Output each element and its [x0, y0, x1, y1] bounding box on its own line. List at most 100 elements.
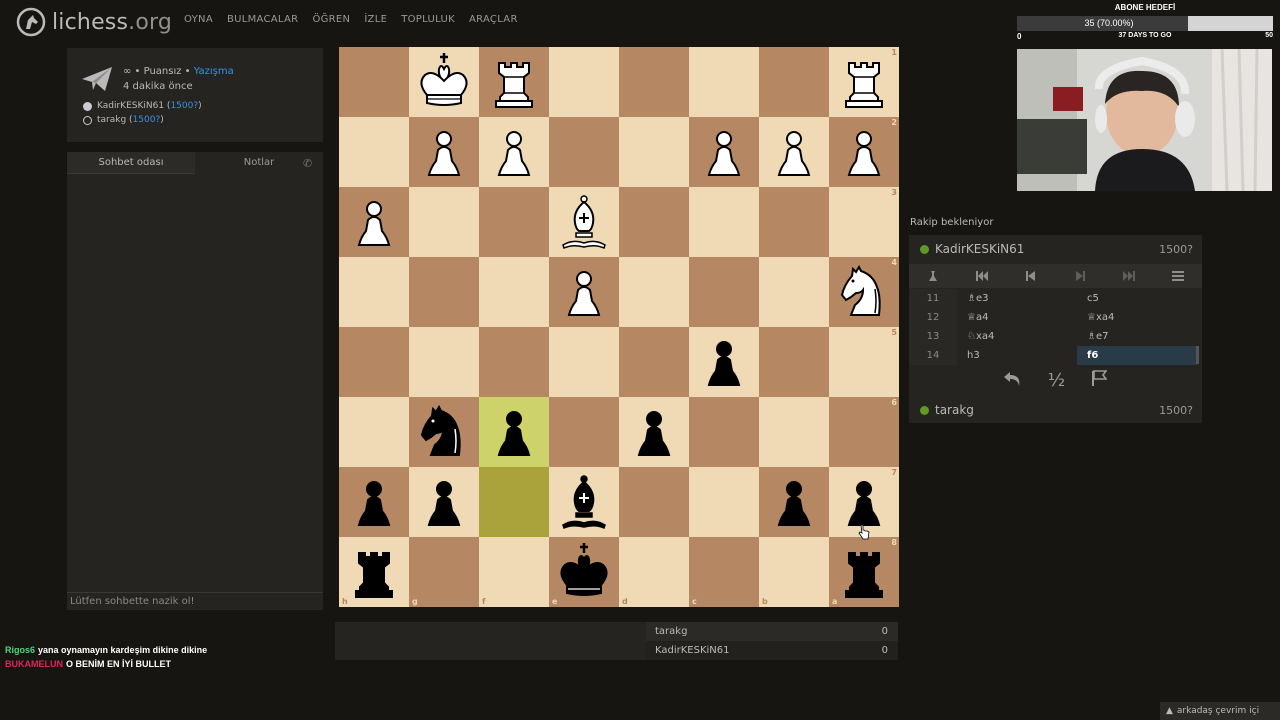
- square-g4[interactable]: [409, 257, 479, 327]
- prev-move-icon[interactable]: [1007, 264, 1056, 288]
- square-d7[interactable]: [619, 467, 689, 537]
- square-f4[interactable]: [479, 257, 549, 327]
- square-a4[interactable]: 4: [829, 257, 899, 327]
- nav-play[interactable]: OYNA: [184, 14, 213, 25]
- square-b2[interactable]: [759, 117, 829, 187]
- white-rook-icon[interactable]: [829, 47, 899, 117]
- square-h4[interactable]: [339, 257, 409, 327]
- move[interactable]: ♗e3: [957, 289, 1077, 308]
- tab-chat-room[interactable]: Sohbet odası: [67, 152, 195, 174]
- chess-board[interactable]: 1 2 3 4 5 6 7 hgf edcb 8a: [339, 47, 899, 607]
- square-e3[interactable]: [549, 187, 619, 257]
- white-king-icon[interactable]: [409, 47, 479, 117]
- nav-learn[interactable]: ÖĞREN: [312, 14, 350, 25]
- white-pawn-icon[interactable]: [829, 117, 899, 187]
- nav-tools[interactable]: ARAÇLAR: [469, 14, 518, 25]
- square-d3[interactable]: [619, 187, 689, 257]
- black-bishop-icon[interactable]: [549, 467, 619, 537]
- white-bishop-icon[interactable]: [549, 187, 619, 257]
- square-c5[interactable]: [689, 327, 759, 397]
- square-c7[interactable]: [689, 467, 759, 537]
- white-pawn-icon[interactable]: [549, 257, 619, 327]
- square-f1[interactable]: [479, 47, 549, 117]
- square-f7[interactable]: [479, 467, 549, 537]
- move-list-scrollbar[interactable]: [1196, 346, 1199, 364]
- white-rook-icon[interactable]: [479, 47, 549, 117]
- black-pawn-icon[interactable]: [619, 397, 689, 467]
- square-c6[interactable]: [689, 397, 759, 467]
- menu-icon[interactable]: [1153, 264, 1202, 288]
- square-h5[interactable]: [339, 327, 409, 397]
- black-rook-icon[interactable]: [339, 537, 409, 607]
- square-d5[interactable]: [619, 327, 689, 397]
- square-g6[interactable]: [409, 397, 479, 467]
- friends-online-button[interactable]: ▲ arkadaş çevrim içi: [1160, 702, 1280, 720]
- opponent-row[interactable]: KadirKESKiN61 1500?: [909, 235, 1202, 263]
- square-g2[interactable]: [409, 117, 479, 187]
- black-pawn-icon[interactable]: [339, 467, 409, 537]
- chat-input[interactable]: Lütfen sohbette nazik ol!: [67, 592, 323, 610]
- black-player[interactable]: tarakg (1500?): [83, 115, 164, 125]
- square-h2[interactable]: [339, 117, 409, 187]
- draw-offer-icon[interactable]: ½: [1048, 370, 1065, 391]
- square-e5[interactable]: [549, 327, 619, 397]
- square-e8[interactable]: e: [549, 537, 619, 607]
- player-row[interactable]: tarakg 1500?: [909, 396, 1202, 424]
- correspondence-link[interactable]: Yazışma: [194, 66, 234, 77]
- white-pawn-icon[interactable]: [759, 117, 829, 187]
- square-a1[interactable]: 1: [829, 47, 899, 117]
- square-e2[interactable]: [549, 117, 619, 187]
- move[interactable]: ♘xa4: [957, 327, 1077, 346]
- square-h1[interactable]: [339, 47, 409, 117]
- white-pawn-icon[interactable]: [479, 117, 549, 187]
- square-f6[interactable]: [479, 397, 549, 467]
- square-b8[interactable]: b: [759, 537, 829, 607]
- square-d6[interactable]: [619, 397, 689, 467]
- square-g1[interactable]: [409, 47, 479, 117]
- square-d2[interactable]: [619, 117, 689, 187]
- black-knight-icon[interactable]: [409, 397, 479, 467]
- square-f3[interactable]: [479, 187, 549, 257]
- nav-watch[interactable]: İZLE: [364, 14, 387, 25]
- square-b5[interactable]: [759, 327, 829, 397]
- square-b4[interactable]: [759, 257, 829, 327]
- square-a8[interactable]: 8a: [829, 537, 899, 607]
- black-king-icon[interactable]: [549, 537, 619, 607]
- white-knight-icon[interactable]: [829, 257, 899, 327]
- next-move-icon[interactable]: [1055, 264, 1104, 288]
- move[interactable]: ♕xa4: [1077, 308, 1197, 327]
- white-pawn-icon[interactable]: [339, 187, 409, 257]
- square-a5[interactable]: 5: [829, 327, 899, 397]
- square-e7[interactable]: [549, 467, 619, 537]
- square-a3[interactable]: 3: [829, 187, 899, 257]
- black-rook-icon[interactable]: [829, 537, 899, 607]
- square-g7[interactable]: [409, 467, 479, 537]
- last-move-icon[interactable]: [1104, 264, 1153, 288]
- square-f5[interactable]: [479, 327, 549, 397]
- move[interactable]: c5: [1077, 289, 1197, 308]
- square-c2[interactable]: [689, 117, 759, 187]
- move[interactable]: ♗e7: [1077, 327, 1197, 346]
- nav-community[interactable]: TOPLULUK: [401, 14, 455, 25]
- square-g8[interactable]: g: [409, 537, 479, 607]
- square-c3[interactable]: [689, 187, 759, 257]
- black-pawn-icon[interactable]: [409, 467, 479, 537]
- square-g3[interactable]: [409, 187, 479, 257]
- takeback-icon[interactable]: [1003, 371, 1022, 390]
- square-d8[interactable]: d: [619, 537, 689, 607]
- square-b6[interactable]: [759, 397, 829, 467]
- white-player[interactable]: KadirKESKiN61 (1500?): [83, 101, 202, 111]
- black-pawn-icon[interactable]: [479, 397, 549, 467]
- square-d1[interactable]: [619, 47, 689, 117]
- square-h8[interactable]: h: [339, 537, 409, 607]
- square-h7[interactable]: [339, 467, 409, 537]
- square-h6[interactable]: [339, 397, 409, 467]
- square-e1[interactable]: [549, 47, 619, 117]
- black-pawn-icon[interactable]: [759, 467, 829, 537]
- square-a2[interactable]: 2: [829, 117, 899, 187]
- square-d4[interactable]: [619, 257, 689, 327]
- square-e6[interactable]: [549, 397, 619, 467]
- move[interactable]: h3: [957, 346, 1077, 365]
- black-pawn-icon[interactable]: [689, 327, 759, 397]
- square-b1[interactable]: [759, 47, 829, 117]
